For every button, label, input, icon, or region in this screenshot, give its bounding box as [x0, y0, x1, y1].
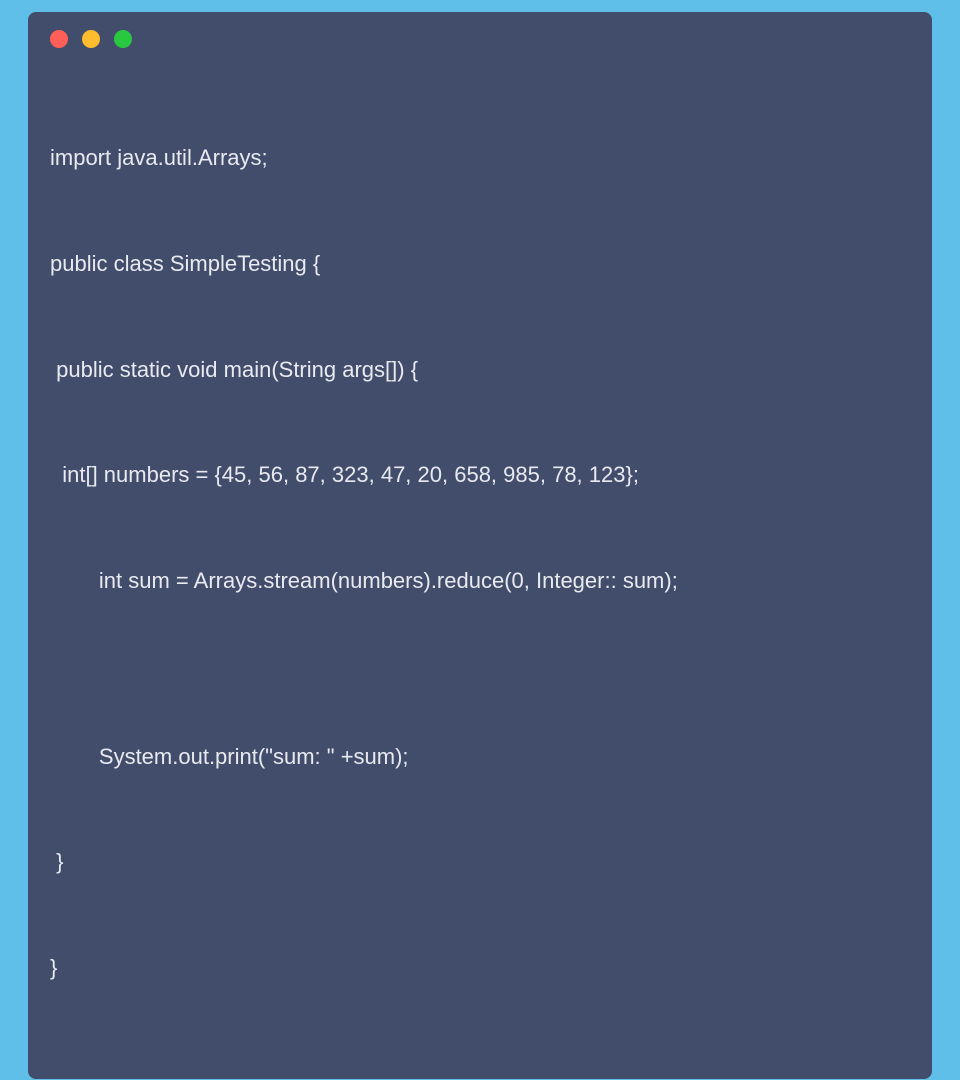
code-window: import java.util.Arrays; public class Si…	[28, 12, 932, 1079]
close-icon	[50, 30, 68, 48]
code-line: }	[50, 950, 910, 985]
code-line: public class SimpleTesting {	[50, 246, 910, 281]
code-line: System.out.print("sum: " +sum);	[50, 739, 910, 774]
footer: Java </> DelftStack	[28, 1079, 932, 1080]
code-line: int sum = Arrays.stream(numbers).reduce(…	[50, 563, 910, 598]
code-line: public static void main(String args[]) {	[50, 352, 910, 387]
code-line: import java.util.Arrays;	[50, 140, 910, 175]
code-block: import java.util.Arrays; public class Si…	[50, 70, 910, 1055]
maximize-icon	[114, 30, 132, 48]
window-traffic-lights	[50, 30, 910, 48]
code-line: int[] numbers = {45, 56, 87, 323, 47, 20…	[50, 457, 910, 492]
code-line: }	[50, 844, 910, 879]
minimize-icon	[82, 30, 100, 48]
